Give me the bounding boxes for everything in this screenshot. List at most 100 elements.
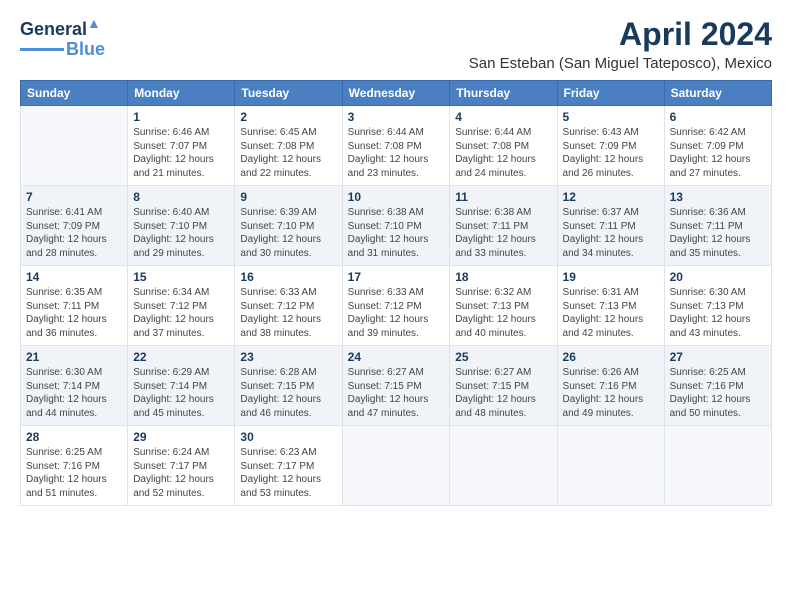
day-number: 17 <box>348 270 445 284</box>
day-number: 1 <box>133 110 229 124</box>
cell-info: Sunrise: 6:38 AMSunset: 7:10 PMDaylight:… <box>348 206 445 260</box>
cell-info: Sunrise: 6:34 AMSunset: 7:12 PMDaylight:… <box>133 286 229 340</box>
title-block: April 2024 San Esteban (San Miguel Tatep… <box>469 16 772 72</box>
calendar-cell: 13Sunrise: 6:36 AMSunset: 7:11 PMDayligh… <box>664 186 771 266</box>
calendar-cell <box>664 426 771 506</box>
day-number: 7 <box>26 190 122 204</box>
calendar-cell: 30 Sunrise: 6:23 AMSunset: 7:17 PMDayligh… <box>235 426 342 506</box>
cell-info: Sunrise: 6:29 AMSunset: 7:14 PMDaylight:… <box>133 366 229 420</box>
day-number: 24 <box>348 350 445 364</box>
calendar-cell: 11 Sunrise: 6:38 AMSunset: 7:11 PMDayligh… <box>450 186 557 266</box>
cell-info: Sunrise: 6:44 AMSunset: 7:08 PMDaylight:… <box>348 126 445 180</box>
cell-info: Sunrise: 6:24 AMSunset: 7:17 PMDaylight:… <box>133 446 229 500</box>
cell-info: Sunrise: 6:46 AMSunset: 7:07 PMDaylight:… <box>133 126 229 180</box>
calendar-cell: 22 Sunrise: 6:29 AMSunset: 7:14 PMDayligh… <box>128 346 235 426</box>
day-header-friday: Friday <box>557 81 664 106</box>
calendar-cell: 9 Sunrise: 6:39 AMSunset: 7:10 PMDaylight… <box>235 186 342 266</box>
cell-info: Sunrise: 6:45 AMSunset: 7:08 PMDaylight:… <box>240 126 336 180</box>
cell-info: Sunrise: 6:25 AMSunset: 7:16 PMDaylight:… <box>670 366 766 420</box>
cell-info: Sunrise: 6:27 AMSunset: 7:15 PMDaylight:… <box>455 366 551 420</box>
calendar-header-row: SundayMondayTuesdayWednesdayThursdayFrid… <box>21 81 772 106</box>
day-number: 4 <box>455 110 551 124</box>
calendar-cell: 5 Sunrise: 6:43 AMSunset: 7:09 PMDaylight… <box>557 106 664 186</box>
cell-info: Sunrise: 6:31 AMSunset: 7:13 PMDaylight:… <box>563 286 659 340</box>
calendar-cell: 29 Sunrise: 6:24 AMSunset: 7:17 PMDayligh… <box>128 426 235 506</box>
calendar-cell: 21 Sunrise: 6:30 AMSunset: 7:14 PMDayligh… <box>21 346 128 426</box>
day-number: 22 <box>133 350 229 364</box>
day-number: 27 <box>670 350 766 364</box>
calendar-cell <box>557 426 664 506</box>
cell-info: Sunrise: 6:30 AMSunset: 7:13 PMDaylight:… <box>670 286 766 340</box>
calendar-cell: 17 Sunrise: 6:33 AMSunset: 7:12 PMDayligh… <box>342 266 450 346</box>
day-number: 2 <box>240 110 336 124</box>
cell-info: Sunrise: 6:44 AMSunset: 7:08 PMDaylight:… <box>455 126 551 180</box>
day-number: 12 <box>563 190 659 204</box>
day-number: 8 <box>133 190 229 204</box>
cell-info: Sunrise: 6:33 AMSunset: 7:12 PMDaylight:… <box>240 286 336 340</box>
cell-info: Sunrise: 6:38 AMSunset: 7:11 PMDaylight:… <box>455 206 551 260</box>
cell-info: Sunrise: 6:26 AMSunset: 7:16 PMDaylight:… <box>563 366 659 420</box>
day-header-saturday: Saturday <box>664 81 771 106</box>
cell-info: Sunrise: 6:35 AMSunset: 7:11 PMDaylight:… <box>26 286 122 340</box>
logo-subtext: Blue <box>66 40 105 60</box>
day-header-monday: Monday <box>128 81 235 106</box>
calendar-cell: 1 Sunrise: 6:46 AMSunset: 7:07 PMDaylight… <box>128 106 235 186</box>
calendar-cell: 19 Sunrise: 6:31 AMSunset: 7:13 PMDayligh… <box>557 266 664 346</box>
cell-info: Sunrise: 6:28 AMSunset: 7:15 PMDaylight:… <box>240 366 336 420</box>
day-number: 23 <box>240 350 336 364</box>
cell-info: Sunrise: 6:43 AMSunset: 7:09 PMDaylight:… <box>563 126 659 180</box>
calendar-cell: 26Sunrise: 6:26 AMSunset: 7:16 PMDayligh… <box>557 346 664 426</box>
page-title: April 2024 <box>469 16 772 53</box>
calendar-cell: 23 Sunrise: 6:28 AMSunset: 7:15 PMDayligh… <box>235 346 342 426</box>
calendar-cell: 27 Sunrise: 6:25 AMSunset: 7:16 PMDayligh… <box>664 346 771 426</box>
day-header-wednesday: Wednesday <box>342 81 450 106</box>
cell-info: Sunrise: 6:30 AMSunset: 7:14 PMDaylight:… <box>26 366 122 420</box>
cell-info: Sunrise: 6:39 AMSunset: 7:10 PMDaylight:… <box>240 206 336 260</box>
day-number: 9 <box>240 190 336 204</box>
day-number: 11 <box>455 190 551 204</box>
calendar-table: SundayMondayTuesdayWednesdayThursdayFrid… <box>20 80 772 506</box>
day-number: 30 <box>240 430 336 444</box>
day-number: 29 <box>133 430 229 444</box>
calendar-cell <box>342 426 450 506</box>
calendar-cell: 25 Sunrise: 6:27 AMSunset: 7:15 PMDayligh… <box>450 346 557 426</box>
calendar-cell: 12 Sunrise: 6:37 AMSunset: 7:11 PMDayligh… <box>557 186 664 266</box>
calendar-cell: 6 Sunrise: 6:42 AMSunset: 7:09 PMDaylight… <box>664 106 771 186</box>
calendar-cell <box>450 426 557 506</box>
cell-info: Sunrise: 6:41 AMSunset: 7:09 PMDaylight:… <box>26 206 122 260</box>
day-number: 10 <box>348 190 445 204</box>
day-number: 3 <box>348 110 445 124</box>
day-header-tuesday: Tuesday <box>235 81 342 106</box>
calendar-cell: 20 Sunrise: 6:30 AMSunset: 7:13 PMDayligh… <box>664 266 771 346</box>
cell-info: Sunrise: 6:37 AMSunset: 7:11 PMDaylight:… <box>563 206 659 260</box>
cell-info: Sunrise: 6:25 AMSunset: 7:16 PMDaylight:… <box>26 446 122 500</box>
day-number: 28 <box>26 430 122 444</box>
calendar-cell: 4 Sunrise: 6:44 AMSunset: 7:08 PMDaylight… <box>450 106 557 186</box>
calendar-cell: 28 Sunrise: 6:25 AMSunset: 7:16 PMDayligh… <box>21 426 128 506</box>
cell-info: Sunrise: 6:42 AMSunset: 7:09 PMDaylight:… <box>670 126 766 180</box>
day-number: 18 <box>455 270 551 284</box>
calendar-cell: 16Sunrise: 6:33 AMSunset: 7:12 PMDayligh… <box>235 266 342 346</box>
cell-info: Sunrise: 6:33 AMSunset: 7:12 PMDaylight:… <box>348 286 445 340</box>
calendar-cell: 2 Sunrise: 6:45 AMSunset: 7:08 PMDaylight… <box>235 106 342 186</box>
logo-text: General▲ <box>20 16 101 40</box>
calendar-cell: 10 Sunrise: 6:38 AMSunset: 7:10 PMDayligh… <box>342 186 450 266</box>
day-number: 21 <box>26 350 122 364</box>
cell-info: Sunrise: 6:40 AMSunset: 7:10 PMDaylight:… <box>133 206 229 260</box>
day-number: 15 <box>133 270 229 284</box>
day-number: 6 <box>670 110 766 124</box>
day-number: 5 <box>563 110 659 124</box>
day-number: 13 <box>670 190 766 204</box>
calendar-cell: 18 Sunrise: 6:32 AMSunset: 7:13 PMDayligh… <box>450 266 557 346</box>
day-number: 19 <box>563 270 659 284</box>
day-number: 25 <box>455 350 551 364</box>
day-number: 14 <box>26 270 122 284</box>
day-number: 20 <box>670 270 766 284</box>
logo: General▲ Blue <box>20 16 105 60</box>
calendar-cell: 7 Sunrise: 6:41 AMSunset: 7:09 PMDaylight… <box>21 186 128 266</box>
cell-info: Sunrise: 6:27 AMSunset: 7:15 PMDaylight:… <box>348 366 445 420</box>
cell-info: Sunrise: 6:23 AMSunset: 7:17 PMDaylight:… <box>240 446 336 500</box>
cell-info: Sunrise: 6:32 AMSunset: 7:13 PMDaylight:… <box>455 286 551 340</box>
page-subtitle: San Esteban (San Miguel Tateposco), Mexi… <box>469 55 772 72</box>
day-header-sunday: Sunday <box>21 81 128 106</box>
